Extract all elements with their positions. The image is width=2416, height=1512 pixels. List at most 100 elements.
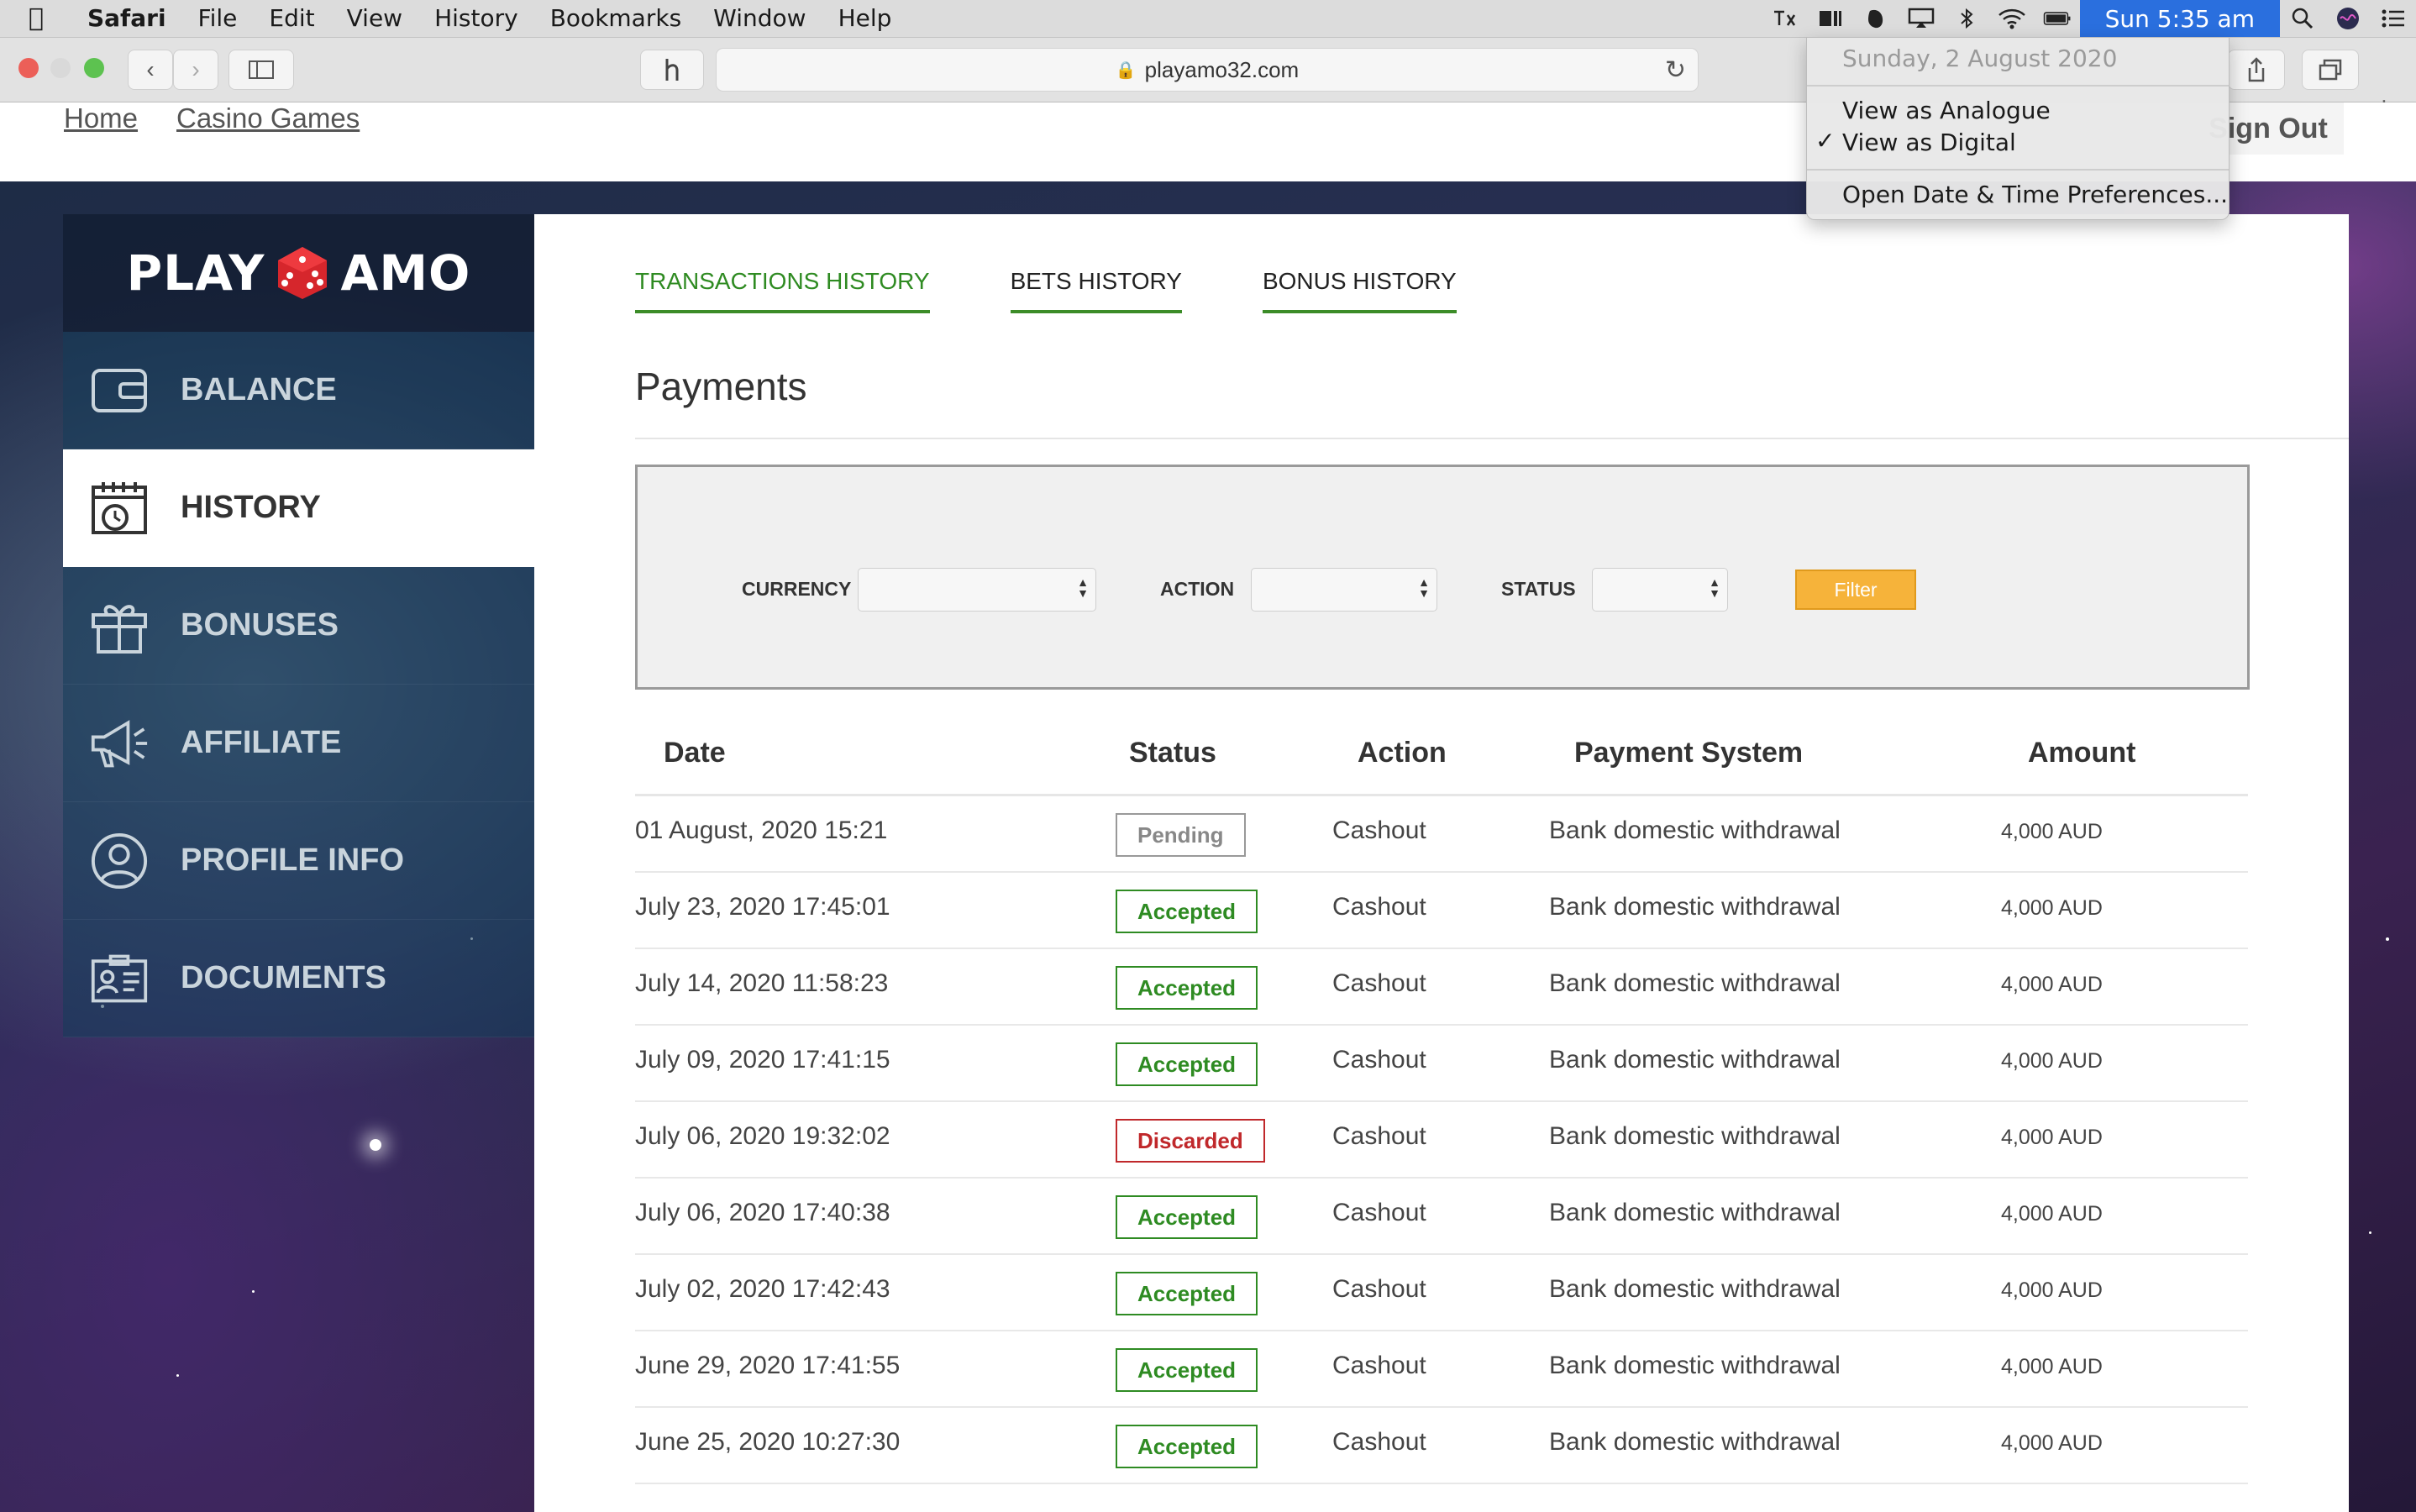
sidebar-item-label: HISTORY — [181, 490, 321, 525]
bluetooth-icon[interactable] — [1952, 6, 1981, 31]
cell-date: July 02, 2020 17:42:43 — [635, 1275, 890, 1303]
menu-edit[interactable]: Edit — [269, 4, 314, 32]
casino-games-link[interactable]: Casino Games — [176, 102, 360, 134]
tab-bets-history[interactable]: BETS HISTORY — [1010, 268, 1182, 313]
share-icon — [2248, 57, 2265, 82]
sidebar-item-balance[interactable]: BALANCE — [63, 332, 534, 449]
minimize-window-button[interactable] — [50, 58, 71, 78]
logo-text-right: AMO — [340, 244, 471, 302]
playamo-logo[interactable]: PLAY AMO — [127, 244, 471, 302]
sidebar-item-affiliate[interactable]: AFFILIATE — [63, 685, 534, 802]
menu-file[interactable]: File — [198, 4, 238, 32]
cell-payment-system: Bank domestic withdrawal — [1549, 893, 1841, 921]
cell-action: Cashout — [1332, 816, 1426, 844]
wifi-icon[interactable] — [1998, 6, 2026, 31]
chevron-right-icon: › — [192, 56, 200, 82]
star — [252, 1290, 255, 1293]
menu-app-name[interactable]: Safari — [87, 4, 166, 32]
sidebar-item-profile-info[interactable]: PROFILE INFO — [63, 802, 534, 920]
cell-date: July 09, 2020 17:41:15 — [635, 1046, 890, 1074]
menu-open-preferences[interactable]: Open Date & Time Preferences... — [1842, 181, 2228, 208]
header-date[interactable]: Date — [664, 737, 726, 769]
tab-transactions-history[interactable]: TRANSACTIONS HISTORY — [635, 268, 930, 313]
tabs-icon — [2319, 59, 2342, 81]
status-badge: Accepted — [1116, 966, 1258, 1010]
cell-action: Cashout — [1332, 1199, 1426, 1226]
menu-bookmarks[interactable]: Bookmarks — [550, 4, 681, 32]
apple-icon[interactable]:  — [29, 3, 44, 33]
siri-icon[interactable] — [2334, 6, 2362, 31]
calendar-clock-icon — [90, 479, 149, 538]
header-action[interactable]: Action — [1358, 737, 1447, 769]
evernote-icon[interactable] — [1862, 6, 1890, 31]
cell-date: July 14, 2020 11:58:23 — [635, 969, 889, 997]
table-row: July 09, 2020 17:41:15 Accepted Cashout Ban… — [635, 1026, 2248, 1102]
menu-window[interactable]: Window — [713, 4, 806, 32]
filter-button[interactable]: Filter — [1795, 570, 1916, 610]
status-badge: Accepted — [1116, 1348, 1258, 1392]
bi-app-icon[interactable] — [1816, 6, 1845, 31]
cell-payment-system: Bank domestic withdrawal — [1549, 969, 1841, 997]
notification-center-icon[interactable] — [2379, 6, 2408, 31]
menu-clock[interactable]: Sun 5:35 am — [2079, 0, 2280, 37]
macos-menu-bar:  Safari File Edit View History Bookmark… — [0, 0, 2416, 38]
cell-payment-system: Bank domestic withdrawal — [1549, 1046, 1841, 1074]
home-link[interactable]: Home — [64, 102, 138, 134]
currency-select[interactable]: ▲ ▼ — [858, 568, 1096, 612]
url-text: playamo32.com — [1144, 56, 1300, 82]
select-arrows-icon: ▲ ▼ — [1418, 575, 1430, 600]
star — [370, 1139, 381, 1151]
payments-table: Date Status Action Payment System Amount… — [635, 718, 2248, 1484]
tabs-overview-button[interactable] — [2302, 50, 2359, 90]
header-status[interactable]: Status — [1129, 737, 1216, 769]
id-card-icon — [90, 949, 149, 1008]
wallet-icon — [90, 361, 149, 420]
cell-date: July 06, 2020 17:40:38 — [635, 1199, 890, 1226]
sidebar-item-label: DOCUMENTS — [181, 960, 386, 995]
currency-label: CURRENCY — [742, 578, 852, 600]
extension-button[interactable] — [640, 50, 704, 90]
cell-date: June 25, 2020 10:27:30 — [635, 1428, 901, 1456]
status-badge: Accepted — [1116, 1272, 1258, 1315]
status-select[interactable]: ▲ ▼ — [1592, 568, 1728, 612]
menu-separator — [1807, 85, 2229, 87]
cell-date: July 23, 2020 17:45:01 — [635, 893, 890, 921]
select-arrows-icon: ▲ ▼ — [1709, 575, 1720, 600]
table-row: July 23, 2020 17:45:01 Accepted Cashout Ban… — [635, 873, 2248, 949]
back-button[interactable]: ‹ — [128, 50, 173, 90]
menu-view-digital[interactable]: View as Digital — [1842, 129, 2016, 156]
sidebar-item-history[interactable]: HISTORY — [63, 449, 534, 567]
input-source-icon[interactable] — [1771, 6, 1799, 31]
header-payment-system[interactable]: Payment System — [1574, 737, 1803, 769]
menu-view[interactable]: View — [347, 4, 402, 32]
logo-block: PLAY AMO — [63, 214, 534, 332]
tab-bonus-history[interactable]: BONUS HISTORY — [1262, 268, 1457, 313]
menu-history[interactable]: History — [434, 4, 518, 32]
action-select[interactable]: ▲ ▼ — [1251, 568, 1437, 612]
sidebar-toggle-button[interactable] — [228, 50, 294, 90]
battery-icon[interactable] — [2043, 6, 2072, 31]
spotlight-search-icon[interactable] — [2288, 6, 2317, 31]
sidebar-item-label: AFFILIATE — [181, 725, 342, 760]
menu-view-analogue[interactable]: View as Analogue — [1842, 97, 2051, 124]
logo-text-left: PLAY — [126, 244, 265, 302]
table-header: Date Status Action Payment System Amount — [635, 718, 2248, 796]
user-icon — [90, 832, 149, 890]
cell-payment-system: Bank domestic withdrawal — [1549, 1275, 1841, 1303]
forward-button[interactable]: › — [173, 50, 218, 90]
menu-help[interactable]: Help — [838, 4, 892, 32]
sidebar-item-bonuses[interactable]: BONUSES — [63, 567, 534, 685]
address-bar[interactable]: 🔒 playamo32.com ↻ — [716, 48, 1699, 92]
honey-extension-icon — [665, 59, 679, 81]
share-button[interactable] — [2228, 50, 2285, 90]
table-row: June 29, 2020 17:41:55 Accepted Cashout Ban… — [635, 1331, 2248, 1408]
zoom-window-button[interactable] — [84, 58, 104, 78]
header-amount[interactable]: Amount — [2028, 737, 2135, 769]
airplay-icon[interactable] — [1907, 6, 1935, 31]
menu-date: Sunday, 2 August 2020 — [1842, 45, 2118, 72]
sidebar-item-label: BALANCE — [181, 372, 337, 407]
sidebar-item-documents[interactable]: DOCUMENTS — [63, 920, 534, 1037]
reload-icon[interactable]: ↻ — [1665, 55, 1686, 85]
close-window-button[interactable] — [18, 58, 39, 78]
cell-date: July 06, 2020 19:32:02 — [635, 1122, 890, 1150]
